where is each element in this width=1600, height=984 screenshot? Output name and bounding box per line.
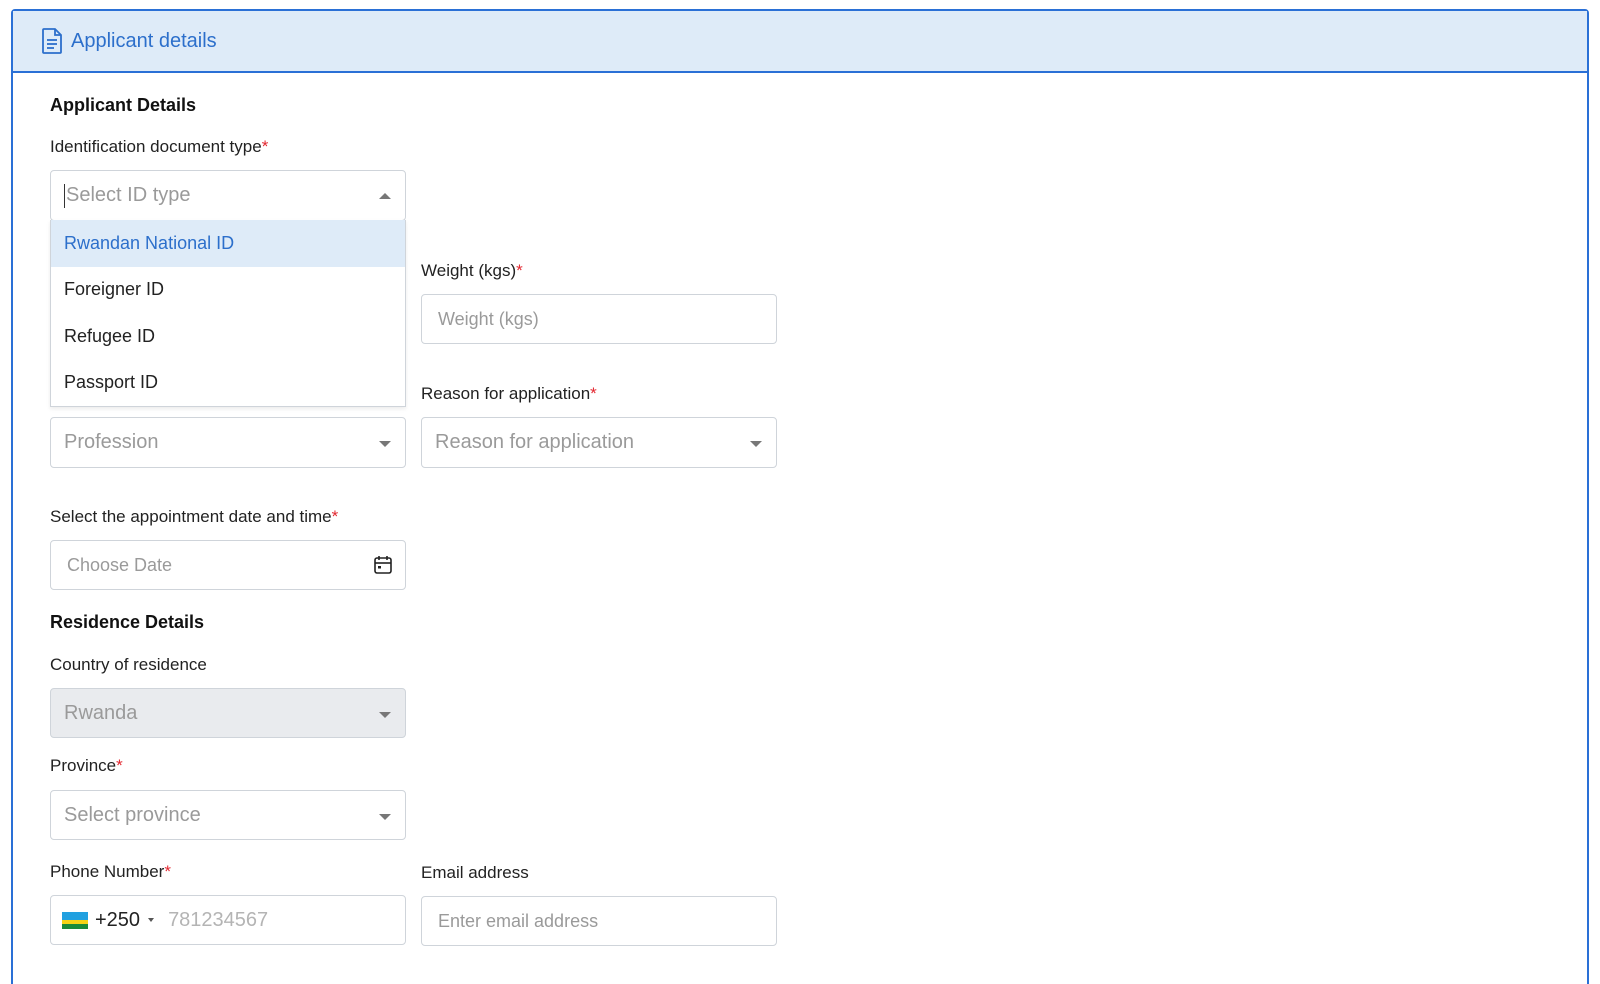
chevron-down-icon[interactable] [379,441,391,447]
caret-down-icon[interactable] [148,918,155,922]
profession-placeholder: Profession [64,431,159,453]
panel-header[interactable]: Applicant details [13,11,1587,73]
phone-placeholder: 781234567 [168,908,269,931]
rwanda-flag-icon[interactable] [62,911,88,929]
residence-details-heading: Residence Details [50,612,205,632]
country-label: Country of residence [50,655,207,674]
chevron-down-icon [379,712,391,718]
chevron-up-icon[interactable] [379,193,391,199]
country-value: Rwanda [64,701,138,724]
applicant-details-heading: Applicant Details [50,95,197,115]
id-type-option-rwandan-national-id[interactable]: Rwandan National ID [51,220,405,267]
dial-code[interactable]: +250 [95,909,140,932]
weight-input[interactable]: Weight (kgs) [421,294,777,344]
weight-placeholder: Weight (kgs) [438,308,539,329]
email-input[interactable]: Enter email address [421,896,777,946]
id-type-option-foreigner-id[interactable]: Foreigner ID [51,267,405,314]
appointment-placeholder: Choose Date [67,554,173,575]
email-placeholder: Enter email address [438,910,599,931]
chevron-down-icon[interactable] [379,814,391,820]
id-type-select[interactable]: Select ID type [50,170,406,221]
province-placeholder: Select province [64,803,201,826]
id-type-option-refugee-id[interactable]: Refugee ID [51,313,405,360]
phone-input[interactable]: +250 781234567 [50,895,406,945]
id-type-dropdown-menu: Rwandan National ID Foreigner ID Refugee… [50,220,406,407]
panel-title: Applicant details [71,29,217,52]
weight-label: Weight (kgs)* [421,261,523,280]
province-label: Province* [50,756,123,775]
reason-select[interactable]: Reason for application [421,417,777,468]
appointment-label: Select the appointment date and time* [50,507,339,526]
id-type-option-passport-id[interactable]: Passport ID [51,360,405,407]
country-select: Rwanda [50,688,406,738]
profession-select[interactable]: Profession [50,417,406,468]
calendar-icon[interactable] [374,555,392,574]
text-cursor [64,183,65,208]
phone-label: Phone Number* [50,862,171,881]
appointment-date-input[interactable]: Choose Date [50,540,406,590]
reason-placeholder: Reason for application [435,431,635,453]
email-label: Email address [421,863,529,882]
province-select[interactable]: Select province [50,790,406,840]
id-type-placeholder: Select ID type [66,184,191,206]
reason-label: Reason for application* [421,384,597,403]
chevron-down-icon[interactable] [750,441,762,447]
id-type-label: Identification document type* [50,137,269,156]
document-icon [42,28,62,54]
